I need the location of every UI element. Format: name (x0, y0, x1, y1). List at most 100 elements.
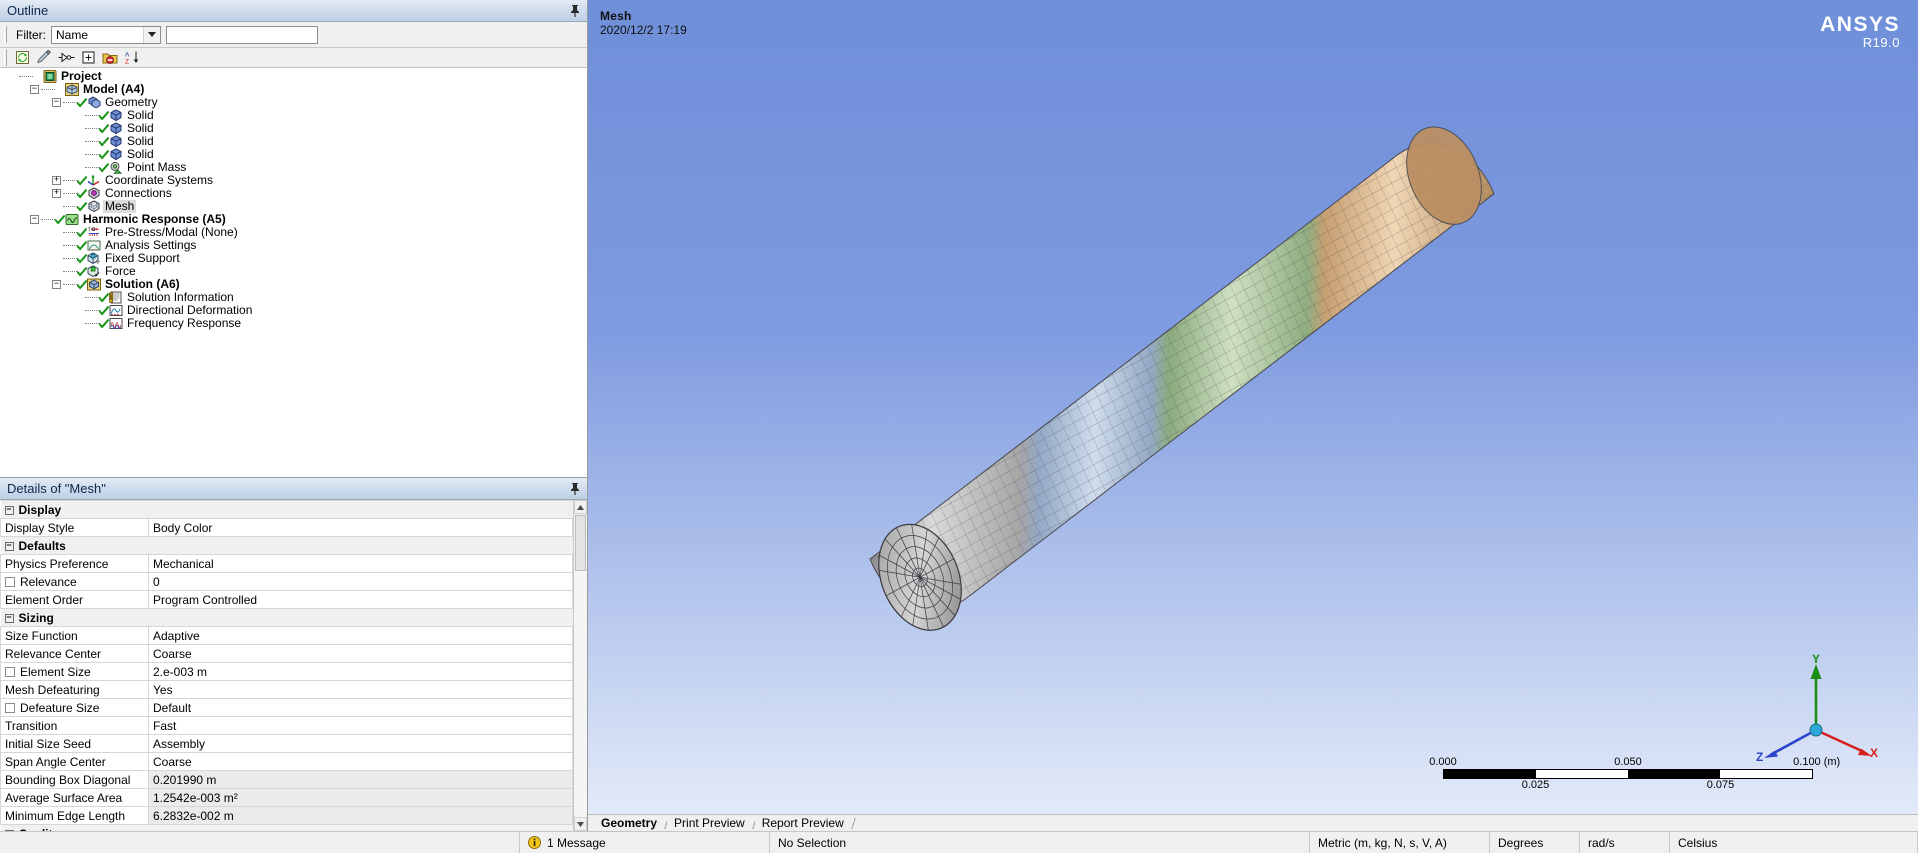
details-row-label: Size Function (5, 628, 78, 643)
details-row-minimum-edge-length[interactable]: Minimum Edge Length 6.2832e-002 m (0, 806, 573, 825)
details-group-defaults[interactable]: − Defaults (0, 536, 573, 555)
group-collapse-toggle[interactable]: − (4, 541, 14, 551)
details-row-value-cell[interactable]: 0 (148, 572, 573, 591)
graphics-viewport[interactable]: Mesh 2020/12/2 17:19 ANSYS R19.0 0.000 0… (588, 0, 1918, 814)
tree-item-solution-information[interactable]: Solution Information (0, 291, 587, 304)
tree-item-geometry[interactable]: − Geometry (0, 96, 587, 109)
details-group-sizing[interactable]: − Sizing (0, 608, 573, 627)
details-pin-icon[interactable] (569, 482, 581, 496)
tree-expander[interactable]: + (52, 189, 61, 198)
details-row-value-cell[interactable]: Program Controlled (148, 590, 573, 609)
refresh-tree-button[interactable] (13, 49, 31, 67)
axis-triad[interactable]: Y X Z (1756, 652, 1878, 774)
details-row-value-cell[interactable]: Assembly (148, 734, 573, 753)
details-row-checkbox[interactable] (5, 576, 15, 587)
details-row-defeature-size[interactable]: Defeature Size Default (0, 698, 573, 717)
solid-body-icon (109, 109, 123, 122)
status-bar-messages[interactable]: 1 Message (520, 832, 770, 853)
tab-print-preview[interactable]: Print Preview (667, 816, 754, 831)
tab-geometry[interactable]: Geometry (594, 816, 667, 831)
pin-icon[interactable] (569, 4, 581, 18)
details-row-size-function[interactable]: Size Function Adaptive (0, 626, 573, 645)
toolbar-grip[interactable] (4, 26, 7, 43)
filter-mode-value: Name (56, 27, 89, 42)
group-collapse-toggle[interactable]: − (4, 613, 14, 623)
details-row-value-cell[interactable]: Yes (148, 680, 573, 699)
tree-item-connections[interactable]: + Connections (0, 187, 587, 200)
details-row-element-size[interactable]: Element Size 2.e-003 m (0, 662, 573, 681)
group-collapse-toggle[interactable]: − (4, 505, 14, 515)
details-row-transition[interactable]: Transition Fast (0, 716, 573, 735)
mesh-model[interactable] (588, 0, 1918, 814)
tree-item-analysis-settings[interactable]: Analysis Settings (0, 239, 587, 252)
details-row-average-surface-area[interactable]: Average Surface Area 1.2542e-003 m² (0, 788, 573, 807)
sort-az-button[interactable]: A Z (123, 49, 141, 67)
details-row-bounding-box-diagonal[interactable]: Bounding Box Diagonal 0.201990 m (0, 770, 573, 789)
details-row-element-order[interactable]: Element Order Program Controlled (0, 590, 573, 609)
tab-report-preview[interactable]: Report Preview (754, 816, 853, 831)
outline-toolbar-grip[interactable] (4, 49, 7, 66)
tree-item-coordinate-systems[interactable]: + Coordinate Systems (0, 174, 587, 187)
details-row-value: Yes (153, 682, 173, 697)
details-row-value-cell[interactable]: Fast (148, 716, 573, 735)
status-bar-rotation-unit[interactable]: rad/s (1580, 832, 1670, 853)
tree-item-point-mass[interactable]: Point Mass (0, 161, 587, 174)
details-row-value-cell[interactable]: Default (148, 698, 573, 717)
filter-input[interactable] (166, 25, 318, 44)
details-group-display[interactable]: − Display (0, 500, 573, 519)
collapse-folder-button[interactable] (101, 49, 119, 67)
scroll-track[interactable] (574, 514, 587, 817)
details-row-mesh-defeaturing[interactable]: Mesh Defeaturing Yes (0, 680, 573, 699)
details-row-value-cell[interactable]: 2.e-003 m (148, 662, 573, 681)
details-row-value-cell[interactable]: Coarse (148, 644, 573, 663)
clear-generated-data-button[interactable] (35, 49, 53, 67)
tree-item-directional-deformation[interactable]: Directional Deformation (0, 304, 587, 317)
tree-expander[interactable]: − (52, 98, 61, 107)
scroll-up-button[interactable] (574, 500, 587, 514)
details-row-value-cell[interactable]: 6.2832e-002 m (148, 806, 573, 825)
expand-all-button[interactable] (79, 49, 97, 67)
tree-item-solid[interactable]: Solid (0, 122, 587, 135)
tree-item-fixed-support[interactable]: Fixed Support (0, 252, 587, 265)
details-row-display-style[interactable]: Display Style Body Color (0, 518, 573, 537)
details-row-value-cell[interactable]: Mechanical (148, 554, 573, 573)
tree-item-solid[interactable]: Solid (0, 148, 587, 161)
details-row-span-angle-center[interactable]: Span Angle Center Coarse (0, 752, 573, 771)
tree-expander[interactable]: − (52, 280, 61, 289)
status-bar-unit-system[interactable]: Metric (m, kg, N, s, V, A) (1310, 832, 1490, 853)
details-row-value-cell[interactable]: Body Color (148, 518, 573, 537)
tree-item-force[interactable]: Force (0, 265, 587, 278)
status-bar-temperature-unit[interactable]: Celsius (1670, 832, 1918, 853)
chevron-down-icon[interactable] (143, 26, 160, 43)
scale-seg-2 (1536, 770, 1628, 778)
details-row-value-cell[interactable]: Coarse (148, 752, 573, 771)
details-row-value-cell[interactable]: 1.2542e-003 m² (148, 788, 573, 807)
details-row-label: Display Style (5, 520, 75, 535)
details-row-initial-size-seed[interactable]: Initial Size Seed Assembly (0, 734, 573, 753)
tree-expander[interactable]: + (52, 176, 61, 185)
details-row-relevance-center[interactable]: Relevance Center Coarse (0, 644, 573, 663)
tree-expander[interactable]: − (30, 85, 39, 94)
tree-item-harmonic-response-a5[interactable]: − Harmonic Response (A5) (0, 213, 587, 226)
outline-tree[interactable]: Project − Model (A4) − Geometry Solid Solid Sol… (0, 68, 587, 477)
show-dependencies-button[interactable] (57, 49, 75, 67)
tree-item-model-a4[interactable]: − Model (A4) (0, 83, 587, 96)
details-row-checkbox[interactable] (5, 702, 15, 713)
details-row-value-cell[interactable]: Adaptive (148, 626, 573, 645)
details-row-relevance[interactable]: Relevance 0 (0, 572, 573, 591)
tree-item-solution-a6[interactable]: − Solution (A6) (0, 278, 587, 291)
tree-expander[interactable]: − (30, 215, 39, 224)
filter-mode-select[interactable]: Name (51, 25, 161, 44)
scroll-down-button[interactable] (574, 817, 587, 831)
scale-bar-bottom-labels: 0.025 0.075 (1443, 779, 1813, 792)
tree-item-solid[interactable]: Solid (0, 135, 587, 148)
details-row-physics-preference[interactable]: Physics Preference Mechanical (0, 554, 573, 573)
tree-item-pre-stress-modal-none[interactable]: T Pre-Stress/Modal (None) (0, 226, 587, 239)
details-row-value-cell[interactable]: 0.201990 m (148, 770, 573, 789)
status-bar-angle-unit[interactable]: Degrees (1490, 832, 1580, 853)
details-scrollbar[interactable] (573, 500, 587, 831)
tree-item-frequency-response[interactable]: Frequency Response (0, 317, 587, 330)
details-row-checkbox[interactable] (5, 666, 15, 677)
scroll-thumb[interactable] (575, 515, 586, 571)
tree-item-solid[interactable]: Solid (0, 109, 587, 122)
